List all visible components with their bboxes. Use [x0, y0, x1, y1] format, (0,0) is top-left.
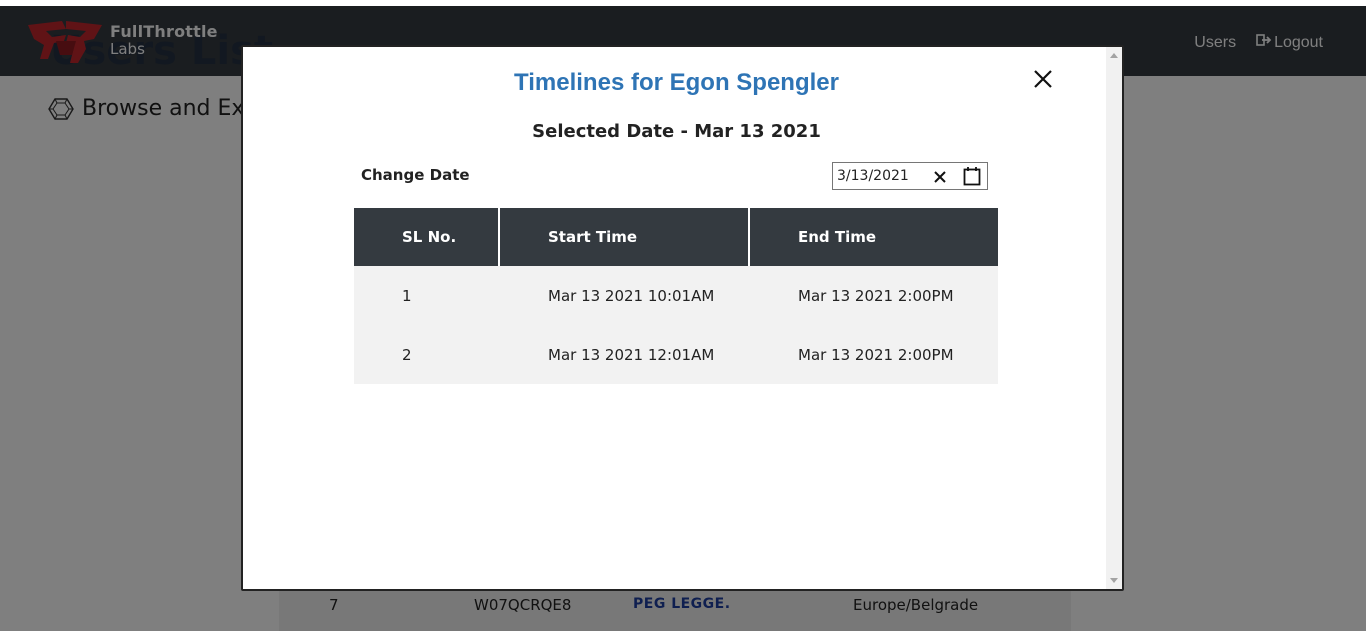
- cell-end-time: Mar 13 2021 2:00PM: [798, 345, 954, 364]
- cell-start-time: Mar 13 2021 12:01AM: [548, 345, 715, 364]
- cell-sl-no: 1: [402, 286, 412, 305]
- column-header-start-time: Start Time: [500, 208, 750, 266]
- cell-sl-no: 2: [402, 345, 412, 364]
- column-header-end-time: End Time: [750, 208, 998, 266]
- close-button[interactable]: [1031, 67, 1055, 91]
- table-header: SL No. Start Time End Time: [354, 208, 998, 266]
- scroll-down-arrow-icon[interactable]: [1110, 578, 1118, 583]
- table-row: 2 Mar 13 2021 12:01AM Mar 13 2021 2:00PM: [354, 325, 998, 384]
- column-header-sl-no: SL No.: [354, 208, 500, 266]
- modal-scrollbar[interactable]: [1106, 47, 1122, 589]
- calendar-icon: [963, 167, 981, 186]
- date-input[interactable]: 3/13/2021: [832, 162, 988, 190]
- timelines-modal: Timelines for Egon Spengler Selected Dat…: [241, 45, 1124, 591]
- clear-date-button[interactable]: [933, 169, 947, 183]
- cell-end-time: Mar 13 2021 2:00PM: [798, 286, 954, 305]
- change-date-label: Change Date: [361, 166, 470, 184]
- calendar-button[interactable]: [963, 166, 981, 186]
- table-row: 1 Mar 13 2021 10:01AM Mar 13 2021 2:00PM: [354, 266, 998, 325]
- clear-icon: [934, 171, 946, 183]
- close-icon: [1034, 70, 1052, 88]
- modal-title: Timelines for Egon Spengler: [514, 69, 839, 96]
- date-input-value[interactable]: 3/13/2021: [837, 168, 909, 184]
- scroll-up-arrow-icon[interactable]: [1110, 53, 1118, 58]
- cell-start-time: Mar 13 2021 10:01AM: [548, 286, 715, 305]
- selected-date-label: Selected Date - Mar 13 2021: [532, 121, 821, 142]
- timelines-table: SL No. Start Time End Time 1 Mar 13 2021…: [354, 208, 998, 384]
- table-body: 1 Mar 13 2021 10:01AM Mar 13 2021 2:00PM…: [354, 266, 998, 384]
